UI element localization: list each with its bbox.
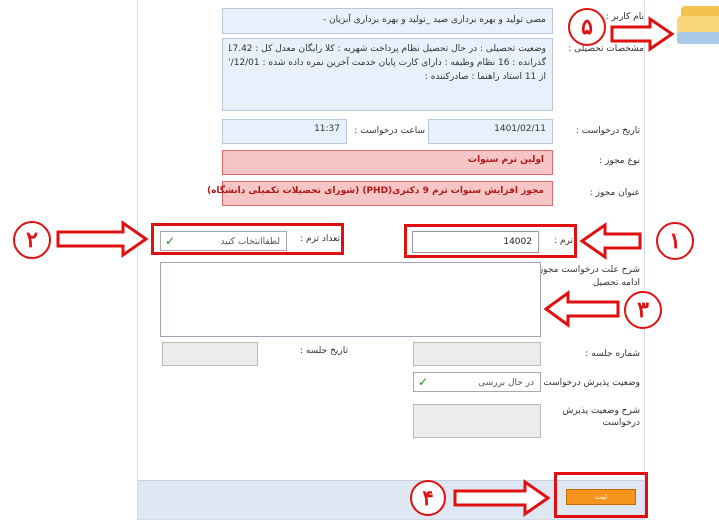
arrow-1-icon [579,222,642,260]
arrow-4-icon [453,479,551,517]
callout-3: ۳ [624,291,662,329]
arrow-5-icon [610,16,675,52]
callout-2: ۲ [13,221,51,259]
callout-5: ۵ [568,8,606,46]
annotation-layer [56,16,675,517]
arrow-3-icon [543,290,620,328]
callout-1: ۱ [656,222,694,260]
callout-4: ۴ [410,480,446,516]
arrow-2-icon [56,220,149,258]
